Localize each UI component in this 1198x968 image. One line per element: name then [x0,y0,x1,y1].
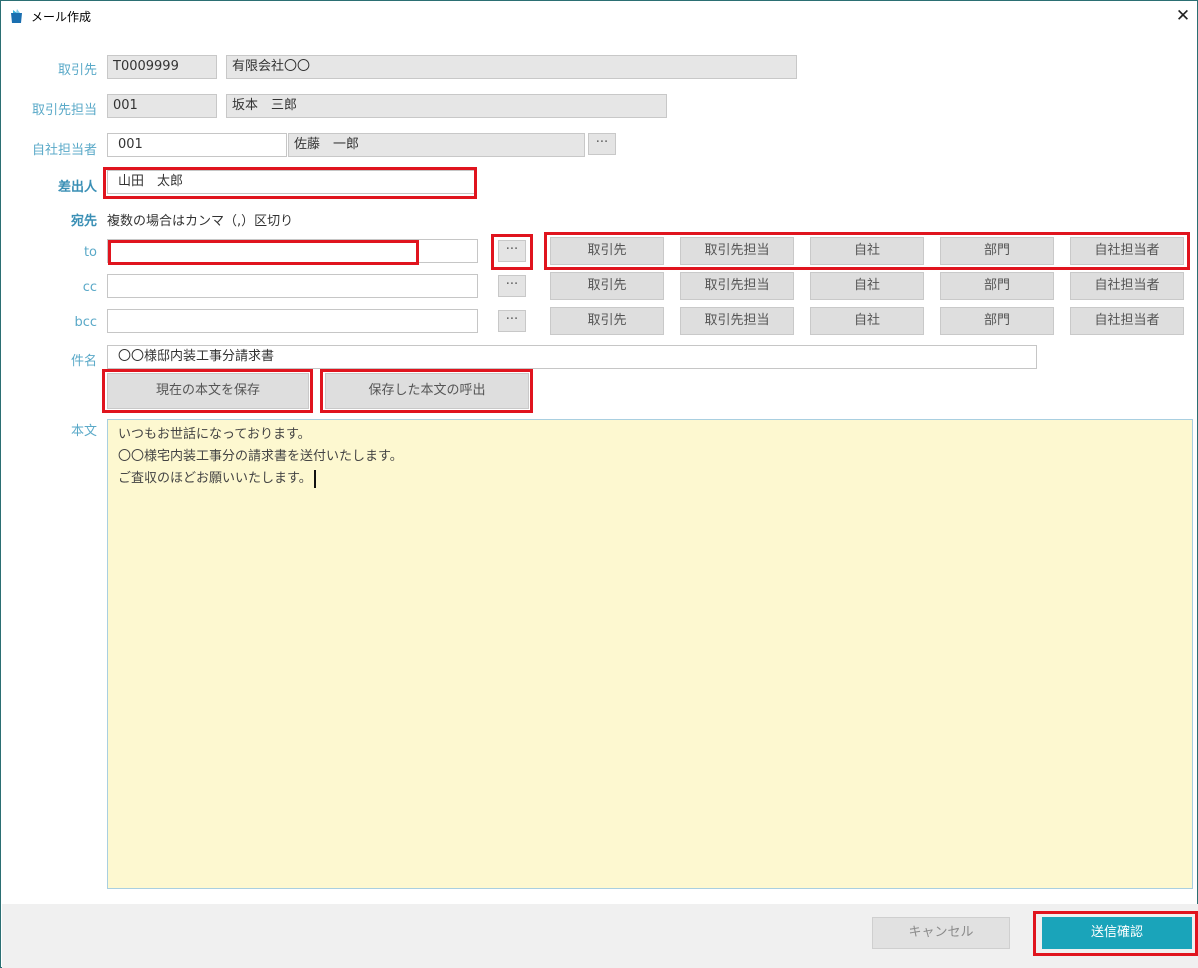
body-textarea[interactable]: いつもお世話になっております。 〇〇様宅内装工事分の請求書を送付いたします。 ご… [107,419,1193,889]
cc-lookup-button[interactable]: ··· [498,275,526,297]
subject-label: 件名 [70,354,97,369]
app-icon [11,9,22,23]
cc-client-button[interactable]: 取引先 [550,272,664,300]
to-input[interactable] [107,239,478,263]
staff-code-input[interactable]: 001 [107,133,287,157]
window-title: メール作成 [31,10,92,24]
cc-department-button[interactable]: 部門 [940,272,1054,300]
to-label: to [83,245,97,260]
to-client-contact-button[interactable]: 取引先担当 [680,237,794,265]
bcc-label: bcc [74,315,97,330]
own-staff-label: 自社担当者 [31,143,97,158]
to-client-button[interactable]: 取引先 [550,237,664,265]
bcc-client-button[interactable]: 取引先 [550,307,664,335]
client-label: 取引先 [57,63,97,78]
contact-code-field: 001 [107,94,217,118]
body-label: 本文 [70,424,97,439]
body-line-with-caret: ご査収のほどお願いいたします。 [118,468,1182,490]
recipient-label: 宛先 [70,214,97,229]
bcc-department-button[interactable]: 部門 [940,307,1054,335]
client-name-field: 有限会社〇〇 [226,55,797,79]
staff-name-field: 佐藤 一郎 [288,133,585,157]
cancel-button[interactable]: キャンセル [872,917,1010,949]
cc-input[interactable] [107,274,478,298]
bcc-input[interactable] [107,309,478,333]
cc-client-contact-button[interactable]: 取引先担当 [680,272,794,300]
to-own-staff-button[interactable]: 自社担当者 [1070,237,1184,265]
staff-lookup-button[interactable]: ··· [588,133,616,155]
bcc-lookup-button[interactable]: ··· [498,310,526,332]
bcc-own-company-button[interactable]: 自社 [810,307,924,335]
to-own-company-button[interactable]: 自社 [810,237,924,265]
sender-label: 差出人 [57,180,97,195]
body-line: 〇〇様宅内装工事分の請求書を送付いたします。 [118,449,403,464]
save-body-button[interactable]: 現在の本文を保存 [107,373,309,409]
footer-bar [2,904,1198,968]
cc-own-staff-button[interactable]: 自社担当者 [1070,272,1184,300]
mail-compose-window: メール作成 ✕ 取引先 T0009999 有限会社〇〇 取引先担当 001 坂本… [0,0,1198,968]
body-line: ご査収のほどお願いいたします。 [118,471,312,486]
recipient-hint: 複数の場合はカンマ（,）区切り [107,214,294,229]
subject-input[interactable]: 〇〇様邸内装工事分請求書 [107,345,1037,369]
client-contact-label: 取引先担当 [31,103,97,118]
client-code-field: T0009999 [107,55,217,79]
cc-label: cc [82,280,97,295]
bcc-client-contact-button[interactable]: 取引先担当 [680,307,794,335]
text-caret [313,469,316,488]
close-button[interactable]: ✕ [1171,3,1195,29]
to-lookup-button[interactable]: ··· [498,240,526,262]
body-line: いつもお世話になっております。 [118,427,311,442]
to-department-button[interactable]: 部門 [940,237,1054,265]
contact-name-field: 坂本 三郎 [226,94,667,118]
send-confirm-button[interactable]: 送信確認 [1042,917,1192,949]
sender-input[interactable]: 山田 太郎 [107,170,475,194]
load-body-button[interactable]: 保存した本文の呼出 [325,373,529,409]
title-bar: メール作成 ✕ [1,1,1197,31]
cc-own-company-button[interactable]: 自社 [810,272,924,300]
bcc-own-staff-button[interactable]: 自社担当者 [1070,307,1184,335]
